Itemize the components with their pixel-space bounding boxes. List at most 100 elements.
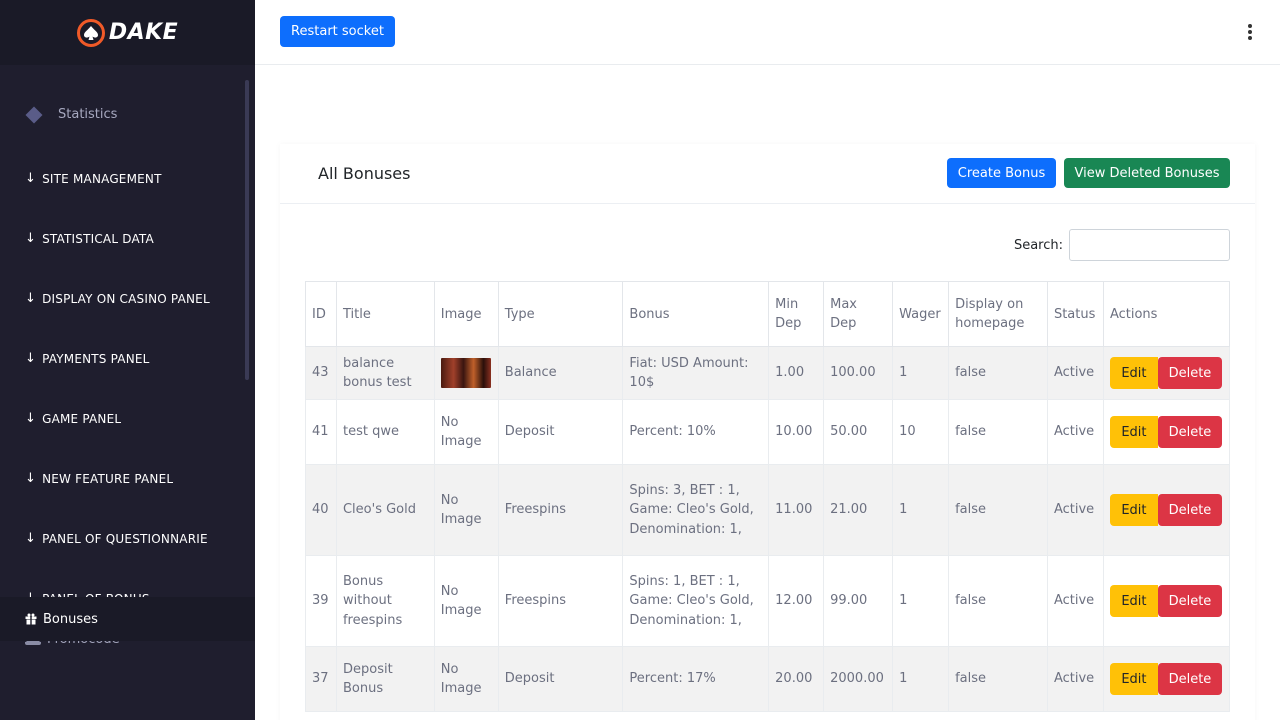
page-title: All Bonuses bbox=[318, 164, 411, 183]
column-header[interactable]: Image bbox=[433, 281, 499, 347]
cell-status: Active bbox=[1046, 346, 1104, 400]
sidebar-item-statistics[interactable]: Statistics bbox=[25, 106, 118, 123]
cell-display: false bbox=[948, 346, 1048, 400]
delete-button[interactable]: Delete bbox=[1157, 416, 1222, 448]
arrow-down-icon: ↓ bbox=[25, 231, 37, 246]
cell-id: 41 bbox=[305, 399, 337, 465]
cell-image: No Image bbox=[433, 399, 499, 465]
sidebar-item-label: Bonuses bbox=[43, 611, 98, 627]
cell-wager: 1 bbox=[892, 464, 950, 556]
edit-button[interactable]: Edit bbox=[1109, 663, 1158, 695]
edit-button[interactable]: Edit bbox=[1109, 585, 1158, 617]
cell-image bbox=[433, 346, 499, 400]
column-header[interactable]: Status bbox=[1046, 281, 1104, 347]
column-header[interactable]: ID bbox=[305, 281, 337, 347]
cell-id: 43 bbox=[305, 346, 337, 400]
edit-button[interactable]: Edit bbox=[1109, 494, 1158, 526]
cell-display: false bbox=[948, 646, 1048, 712]
table-row: 40 Cleo's Gold No Image Freespins Spins:… bbox=[305, 464, 1231, 556]
table-row: 43 balance bonus test Balance Fiat: USD … bbox=[305, 346, 1231, 400]
cell-max-dep: 100.00 bbox=[823, 346, 894, 400]
sidebar-header: DAKE bbox=[0, 0, 255, 65]
cell-status: Active bbox=[1046, 464, 1104, 556]
brand-name: DAKE bbox=[108, 20, 179, 45]
sidebar-section-label: GAME PANEL bbox=[42, 411, 122, 426]
cell-min-dep: 20.00 bbox=[768, 646, 825, 712]
cell-wager: 1 bbox=[892, 646, 950, 712]
bonus-thumbnail bbox=[440, 358, 491, 388]
sidebar-section-label: PANEL OF QUESTIONNARIE bbox=[42, 531, 208, 546]
edit-button[interactable]: Edit bbox=[1109, 357, 1158, 389]
table-row: 41 test qwe No Image Deposit Percent: 10… bbox=[305, 399, 1231, 465]
cell-bonus: Percent: 17% bbox=[622, 646, 770, 712]
cell-image: No Image bbox=[433, 555, 499, 647]
arrow-down-icon: ↓ bbox=[25, 471, 37, 486]
table-header-row: ID Title Image Type Bonus Min Dep Max De… bbox=[305, 281, 1231, 347]
more-options-icon[interactable] bbox=[1245, 22, 1255, 42]
cell-min-dep: 10.00 bbox=[768, 399, 825, 465]
cell-bonus: Fiat: USD Amount: 10$ bbox=[622, 346, 770, 400]
cell-max-dep: 50.00 bbox=[823, 399, 894, 465]
cell-type: Deposit bbox=[497, 399, 624, 465]
arrow-down-icon: ↓ bbox=[25, 531, 37, 546]
delete-button[interactable]: Delete bbox=[1157, 663, 1222, 695]
delete-button[interactable]: Delete bbox=[1157, 585, 1222, 617]
sidebar-item-bonuses[interactable]: Bonuses bbox=[0, 597, 255, 641]
cell-title: Bonus without freespins bbox=[335, 555, 435, 647]
cell-id: 40 bbox=[305, 464, 337, 556]
column-header[interactable]: Actions bbox=[1102, 281, 1231, 347]
cell-actions: Edit Delete bbox=[1102, 555, 1231, 647]
table-row: 37 Deposit Bonus No Image Deposit Percen… bbox=[305, 646, 1231, 712]
column-header[interactable]: Wager bbox=[892, 281, 950, 347]
sidebar-section-label: DISPLAY ON CASINO PANEL bbox=[42, 291, 210, 306]
column-header[interactable]: Display on homepage bbox=[948, 281, 1048, 347]
cell-actions: Edit Delete bbox=[1102, 399, 1231, 465]
column-header[interactable]: Min Dep bbox=[768, 281, 825, 347]
cell-image: No Image bbox=[433, 464, 499, 556]
cell-actions: Edit Delete bbox=[1102, 346, 1231, 400]
sidebar-section-statistical-data[interactable]: ↓ STATISTICAL DATA bbox=[25, 231, 154, 246]
sidebar-section-label: SITE MANAGEMENT bbox=[42, 171, 162, 186]
delete-button[interactable]: Delete bbox=[1157, 357, 1222, 389]
create-bonus-button[interactable]: Create Bonus bbox=[947, 158, 1056, 188]
cell-bonus: Percent: 10% bbox=[622, 399, 770, 465]
sidebar: DAKE Statistics ↓ SITE MANAGEMENT ↓ STAT… bbox=[0, 0, 255, 720]
cell-min-dep: 11.00 bbox=[768, 464, 825, 556]
cell-type: Freespins bbox=[497, 555, 624, 647]
diamond-icon bbox=[25, 106, 43, 123]
column-header[interactable]: Max Dep bbox=[823, 281, 894, 347]
arrow-down-icon: ↓ bbox=[25, 171, 37, 186]
cell-title: balance bonus test bbox=[335, 346, 435, 400]
cell-min-dep: 12.00 bbox=[768, 555, 825, 647]
bonuses-card: All Bonuses Create Bonus View Deleted Bo… bbox=[280, 144, 1255, 720]
cell-display: false bbox=[948, 555, 1048, 647]
search-row: Search: bbox=[1014, 229, 1230, 261]
column-header[interactable]: Bonus bbox=[622, 281, 770, 347]
cell-title: Cleo's Gold bbox=[335, 464, 435, 556]
sidebar-section-display-on-casino-panel[interactable]: ↓ DISPLAY ON CASINO PANEL bbox=[25, 291, 210, 306]
sidebar-item-label: Statistics bbox=[58, 107, 118, 122]
search-label: Search: bbox=[1013, 237, 1063, 253]
sidebar-section-panel-of-questionnarie[interactable]: ↓ PANEL OF QUESTIONNARIE bbox=[25, 531, 208, 546]
sidebar-section-payments-panel[interactable]: ↓ PAYMENTS PANEL bbox=[25, 351, 150, 366]
card-header: All Bonuses Create Bonus View Deleted Bo… bbox=[280, 144, 1255, 204]
edit-button[interactable]: Edit bbox=[1109, 416, 1158, 448]
sidebar-section-game-panel[interactable]: ↓ GAME PANEL bbox=[25, 411, 121, 426]
cell-title: Deposit Bonus bbox=[335, 646, 435, 712]
cell-wager: 1 bbox=[892, 555, 950, 647]
view-deleted-bonuses-button[interactable]: View Deleted Bonuses bbox=[1064, 158, 1230, 188]
sidebar-section-site-management[interactable]: ↓ SITE MANAGEMENT bbox=[25, 171, 162, 186]
cell-display: false bbox=[948, 399, 1048, 465]
table-row: 39 Bonus without freespins No Image Free… bbox=[305, 555, 1231, 647]
delete-button[interactable]: Delete bbox=[1157, 494, 1222, 526]
cell-actions: Edit Delete bbox=[1102, 646, 1231, 712]
cell-actions: Edit Delete bbox=[1102, 464, 1231, 556]
cell-id: 39 bbox=[305, 555, 337, 647]
sidebar-scrollbar[interactable] bbox=[245, 80, 249, 380]
column-header[interactable]: Title bbox=[335, 281, 435, 347]
search-input[interactable] bbox=[1069, 229, 1230, 261]
restart-socket-button[interactable]: Restart socket bbox=[280, 16, 395, 47]
column-header[interactable]: Type bbox=[497, 281, 624, 347]
sidebar-section-new-feature-panel[interactable]: ↓ NEW FEATURE PANEL bbox=[25, 471, 173, 486]
logo[interactable]: DAKE bbox=[76, 18, 179, 47]
